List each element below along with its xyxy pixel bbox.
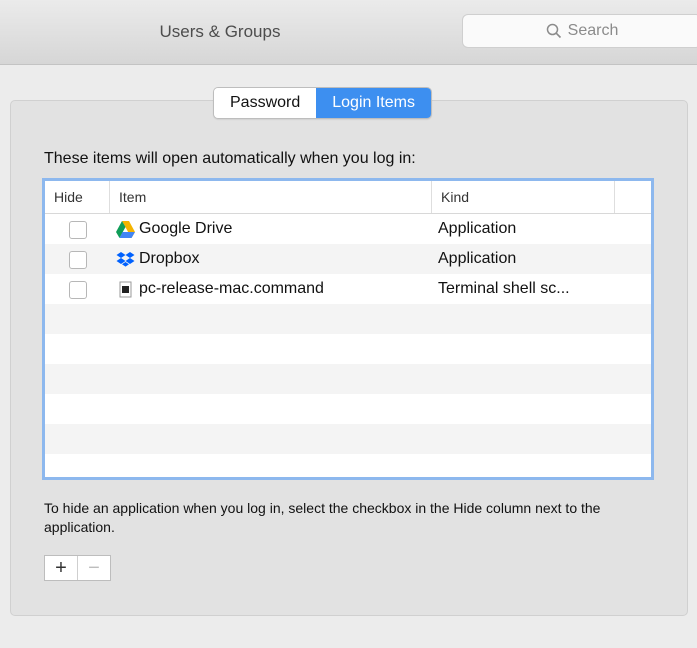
hide-hint-text: To hide an application when you log in, … [44,500,601,535]
empty-row [45,454,651,477]
item-kind: Application [438,250,517,267]
terminal-file-icon [119,281,132,297]
search-field[interactable]: Search [462,14,697,48]
table-header: Hide Item Kind [45,181,651,214]
tab-login-items[interactable]: Login Items [316,88,431,118]
add-remove-control: + − [44,555,111,581]
empty-row [45,424,651,454]
titlebar: Users & Groups Search [0,0,697,65]
table-body: Google Drive Application Dropbox Applica… [45,214,651,477]
column-header-kind[interactable]: Kind [432,181,615,213]
search-icon [546,23,561,39]
hide-checkbox[interactable] [68,220,87,239]
column-header-hide[interactable]: Hide [45,181,110,213]
item-kind: Application [438,220,517,237]
google-drive-icon [116,220,135,238]
empty-row [45,304,651,334]
window-title: Users & Groups [159,22,281,41]
login-items-description: These items will open automatically when… [44,150,416,167]
table-row[interactable]: Google Drive Application [45,214,651,244]
empty-row [45,364,651,394]
tab-bar: Password Login Items [213,87,432,119]
empty-row [45,394,651,424]
empty-row [45,334,651,364]
remove-item-button[interactable]: − [77,556,110,580]
item-kind: Terminal shell sc... [438,280,570,297]
table-row[interactable]: pc-release-mac.command Terminal shell sc… [45,274,651,304]
add-item-button[interactable]: + [45,556,77,580]
item-name: Dropbox [139,250,200,267]
search-placeholder: Search [567,22,619,39]
hide-checkbox[interactable] [68,250,87,269]
login-items-table[interactable]: Hide Item Kind Google Drive Application [42,178,654,480]
item-name: pc-release-mac.command [139,280,324,297]
column-header-item[interactable]: Item [110,181,432,213]
table-row[interactable]: Dropbox Application [45,244,651,274]
item-name: Google Drive [139,220,233,237]
tab-password[interactable]: Password [214,88,317,118]
hide-checkbox[interactable] [68,280,87,299]
dropbox-icon [116,251,135,267]
